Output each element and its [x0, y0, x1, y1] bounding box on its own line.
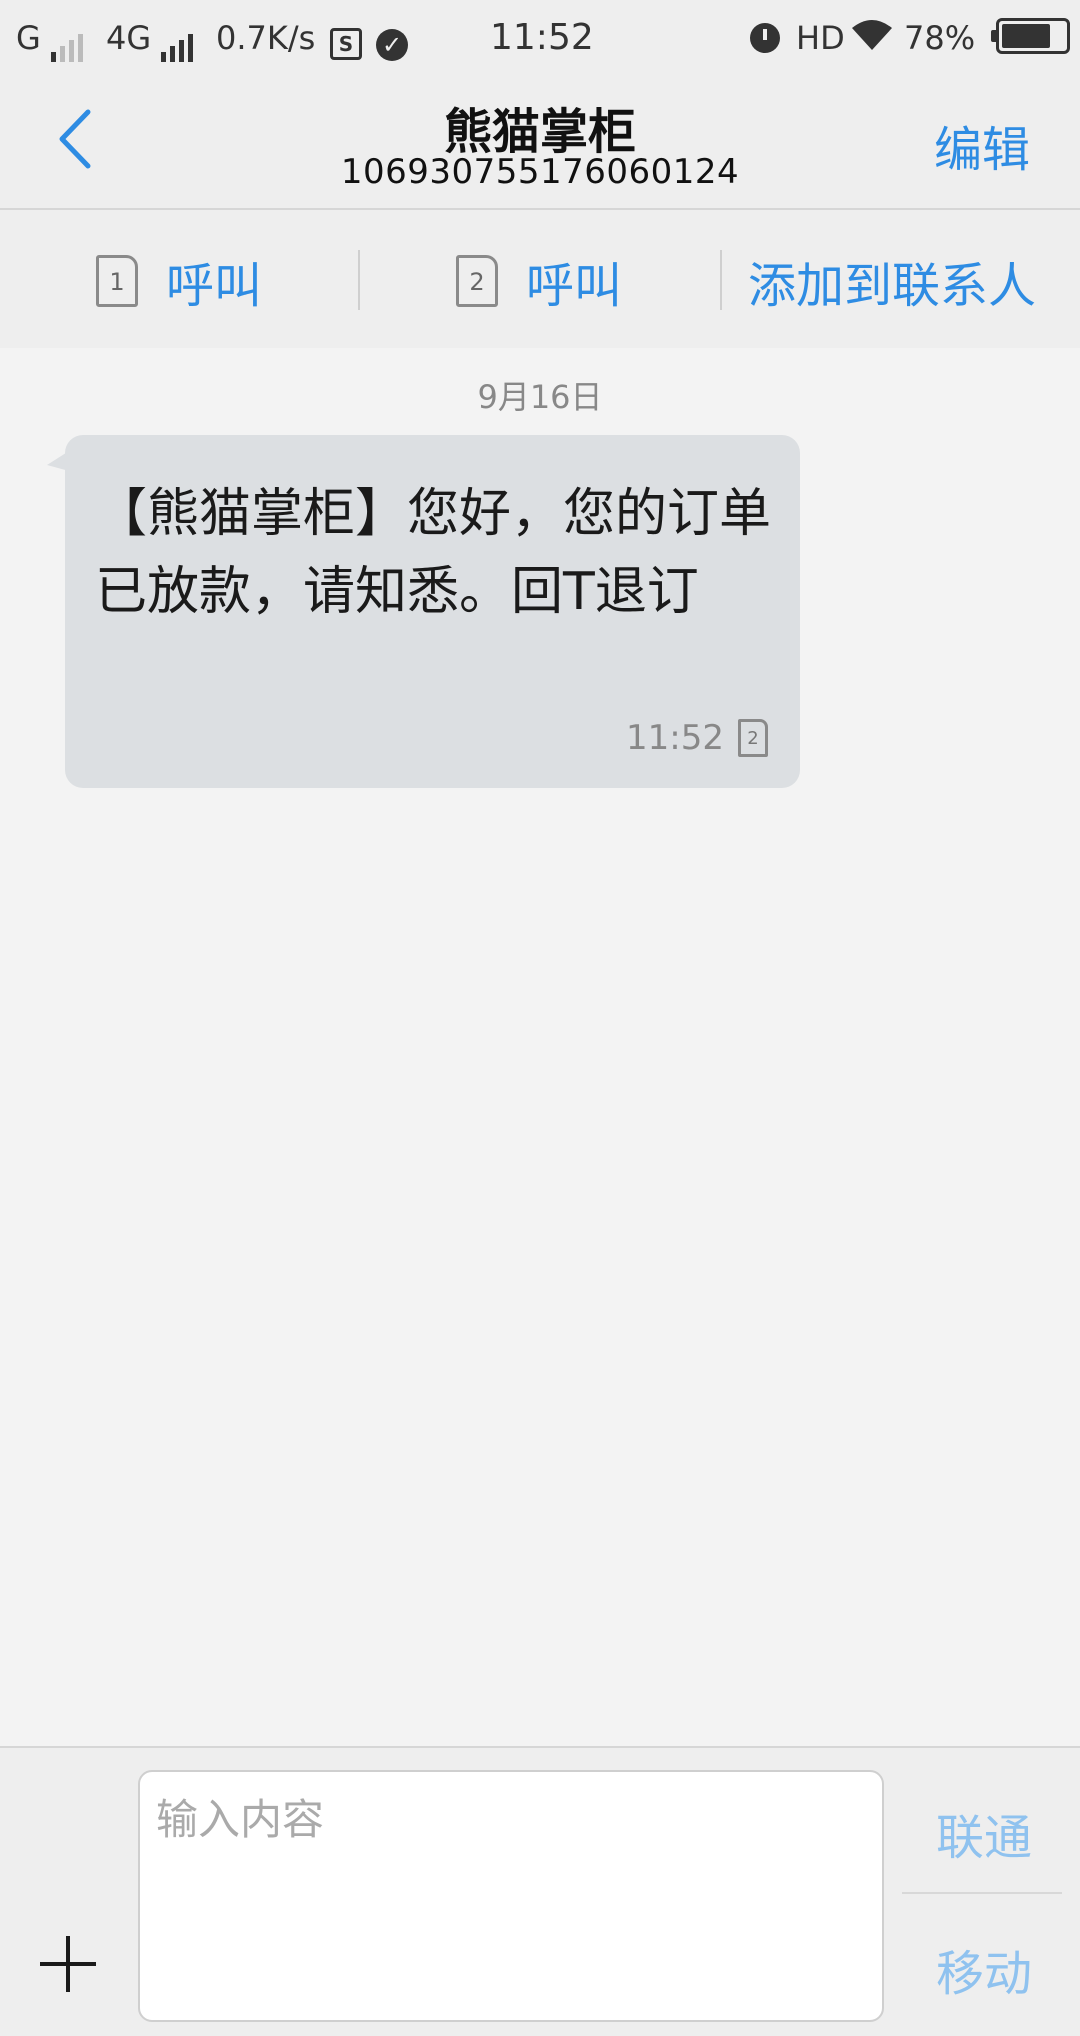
hd-label: HD [796, 19, 845, 57]
add-attachment-icon[interactable] [40, 1936, 96, 1992]
network-speed: 0.7K/s [216, 19, 316, 57]
contact-number: 1069307551760601​24 [340, 152, 740, 192]
carrier-label-1: G [16, 19, 41, 57]
sim1-icon: 1 [96, 255, 138, 307]
divider [902, 1892, 1062, 1894]
battery-percent: 78% [904, 19, 976, 57]
divider [358, 250, 360, 310]
message-text: 【熊猫掌柜】您好，您的订单已放款，请知悉。回T退订 [95, 484, 772, 622]
contact-action-bar: 1 呼叫 2 呼叫 添加到联系人 [0, 210, 1080, 348]
signal-icon [161, 22, 197, 62]
alarm-icon [750, 18, 780, 58]
date-separator: 9月16日 [477, 378, 603, 416]
carrier-signal-2: 4G [106, 18, 197, 62]
composer-bar: 输入内容 联通 移动 [0, 1746, 1080, 2036]
bubble-tail [47, 451, 69, 471]
message-input[interactable]: 输入内容 [138, 1770, 884, 2022]
message-time: 11:52 [626, 718, 724, 758]
call-sim1-button[interactable]: 1 呼叫 [96, 246, 262, 316]
call-label: 呼叫 [526, 258, 623, 314]
call-label: 呼叫 [166, 258, 263, 314]
battery-icon [991, 18, 1070, 58]
carrier-label-2: 4G [106, 19, 152, 57]
sim2-icon: 2 [738, 719, 768, 757]
check-circle-icon: ✓ [376, 18, 408, 61]
sim2-icon: 2 [456, 255, 498, 307]
app-notification-icon: S [330, 18, 362, 60]
conversation-header: 熊猫掌柜 1069307551760601​24 编辑 [0, 74, 1080, 210]
call-sim2-button[interactable]: 2 呼叫 [456, 246, 622, 316]
status-bar: G 4G 0.7K/s S ✓ 11:52 HD 78% [0, 0, 1080, 74]
add-to-contacts-button[interactable]: 添加到联系人 [748, 246, 1036, 316]
status-time: 11:52 [490, 17, 594, 58]
wifi-icon [850, 18, 894, 61]
signal-icon [50, 22, 87, 62]
edit-button[interactable]: 编辑 [934, 110, 1030, 180]
message-meta: 11:52 2 [626, 718, 768, 758]
send-via-mobile-button[interactable]: 移动 [936, 1934, 1032, 2004]
incoming-message-bubble[interactable]: 【熊猫掌柜】您好，您的订单已放款，请知悉。回T退订 11:52 2 [47, 435, 800, 788]
send-via-unicom-button[interactable]: 联通 [936, 1798, 1032, 1868]
divider [720, 250, 722, 310]
carrier-signal-1: G [16, 18, 87, 62]
